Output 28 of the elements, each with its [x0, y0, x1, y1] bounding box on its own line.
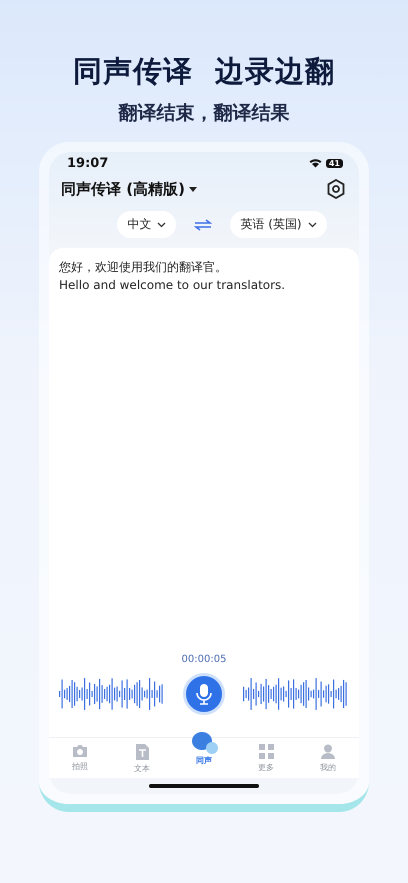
subheadline: 翻译结束，翻译结果: [118, 101, 290, 126]
chevron-icon: [308, 222, 317, 228]
camera-icon: [72, 744, 88, 758]
settings-icon[interactable]: [327, 179, 345, 199]
tab[interactable]: 我的: [297, 744, 359, 774]
battery-indicator: 41: [326, 158, 343, 168]
wifi-icon: [308, 158, 322, 168]
status-time: 19:07: [67, 156, 108, 170]
target-language-dropdown[interactable]: 英语 (英国): [230, 211, 327, 238]
caret-icon: [188, 186, 197, 192]
source-text: 您好，欢迎使用我们的翻译官。: [59, 259, 228, 276]
voice-chat-icon: [192, 732, 216, 752]
translation-text: Hello and welcome to our translators.: [59, 277, 286, 294]
chevron-icon: [157, 222, 166, 228]
tab[interactable]: 拍照: [49, 744, 111, 774]
swap-icon[interactable]: [194, 218, 212, 230]
person-icon: [321, 744, 335, 759]
headline: 同声传译 边录边翻: [72, 53, 336, 90]
tab[interactable]: 文本: [111, 744, 173, 774]
tab[interactable]: 更多: [235, 744, 297, 774]
recording-timer: 00:00:05: [180, 654, 228, 665]
microphone-icon: [196, 683, 212, 705]
source-language-dropdown[interactable]: 中文: [117, 211, 176, 238]
grid-icon: [258, 744, 274, 759]
microphone-button[interactable]: [183, 673, 225, 715]
document-icon: [136, 744, 148, 760]
mode-dropdown[interactable]: 同声传译 (高精版): [61, 180, 197, 198]
tab[interactable]: 同声: [173, 732, 235, 774]
